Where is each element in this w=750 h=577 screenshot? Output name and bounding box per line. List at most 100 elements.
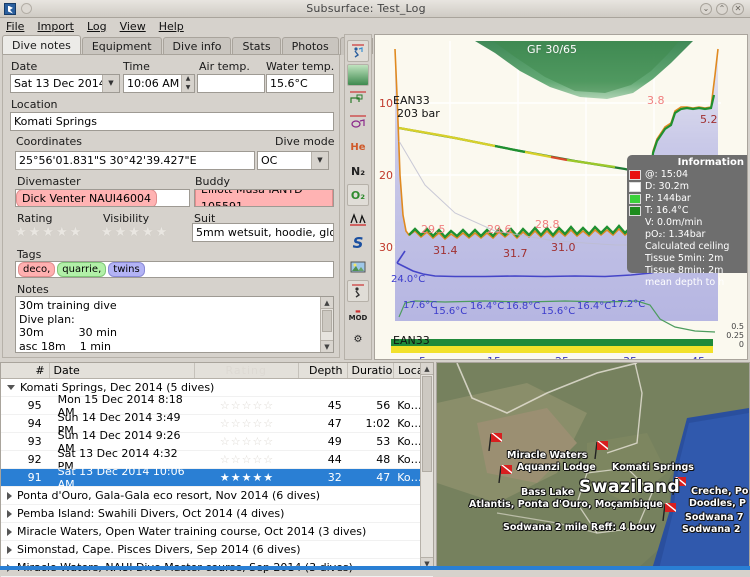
information-title: Information (629, 157, 747, 169)
dive-map[interactable]: Swaziland Miracle Waters Aquanzi Lodge K… (436, 362, 750, 570)
tags-field[interactable]: deco, quarrie, twins (15, 261, 334, 278)
menu-bar: File Import Log View Help (0, 18, 750, 34)
tab-equipment[interactable]: Equipment (82, 37, 162, 55)
dive-trip-row[interactable]: Simonstad, Cape. Pisces Divers, Sep 2014… (1, 541, 433, 559)
visibility-stars[interactable]: ★★★★★ (101, 225, 169, 240)
location-field[interactable]: Komati Springs (10, 112, 334, 131)
tab-photos[interactable]: Photos (282, 37, 339, 55)
expand-collapse-icon[interactable] (7, 510, 12, 518)
ruler-icon[interactable] (347, 88, 369, 110)
chevron-down-icon[interactable]: ▼ (102, 75, 119, 92)
date-field[interactable]: Sat 13 Dec 2014 ▼ (10, 74, 120, 93)
temp-anno-6: 15.6°C (541, 306, 575, 317)
dc-ceiling-icon[interactable] (347, 280, 369, 302)
tab-stats[interactable]: Stats (232, 37, 280, 55)
cell-rating[interactable]: ☆☆☆☆☆ (195, 435, 299, 448)
expand-collapse-icon[interactable] (7, 546, 12, 554)
time-field[interactable]: 10:06 AM ▲▼ (123, 74, 195, 93)
scroll-up-icon[interactable]: ▲ (321, 297, 333, 309)
dive-profile-chart[interactable]: 10 20 30 5 15 25 35 45 GF 30/65 EAN33 20… (374, 34, 748, 360)
time-stepper[interactable]: ▲▼ (181, 75, 194, 92)
info-row-time: @: 15:04 (629, 169, 747, 181)
mod-icon[interactable]: ▬ MOD (347, 304, 369, 326)
heatmap-toggle-icon[interactable] (347, 64, 369, 86)
ead-end-icon[interactable]: ⚙ (347, 328, 369, 350)
information-tooltip: Information @: 15:04 D: 30.2m P: 144bar … (627, 155, 747, 273)
cell-rating[interactable]: ☆☆☆☆☆ (195, 453, 299, 466)
map-label-bass-lake: Bass Lake (521, 487, 574, 498)
tag-quarrie[interactable]: quarrie, (57, 262, 106, 277)
dive-site-pin[interactable] (487, 431, 503, 451)
cell-rating[interactable]: ☆☆☆☆☆ (195, 399, 299, 412)
menu-help[interactable]: Help (159, 20, 184, 33)
chevron-down-icon[interactable]: ▼ (311, 152, 328, 169)
tag-twins[interactable]: twins (108, 262, 144, 277)
dive-list-scrollbar[interactable]: ▲ ▼ (420, 363, 433, 569)
dive-trip-row[interactable]: Pemba Island: Swahili Divers, Oct 2014 (… (1, 505, 433, 523)
dive-trip-row[interactable]: Ponta d'Ouro, Gala-Gala eco resort, Nov … (1, 487, 433, 505)
tab-dive-info[interactable]: Dive info (163, 37, 232, 55)
col-number[interactable]: # (1, 363, 50, 378)
map-label-atlantis: Atlantis, Ponta d'Ouro, Moçambique (469, 499, 663, 510)
divemaster-label: Divemaster (17, 175, 81, 188)
tag-deco[interactable]: deco, (18, 262, 55, 277)
dive-mode-select[interactable]: OC ▼ (257, 151, 329, 170)
oxygen-icon[interactable]: O₂ (347, 184, 369, 206)
map-label-miracle-waters: Miracle Waters (507, 450, 587, 461)
nitrogen-icon[interactable]: N₂ (347, 160, 369, 182)
dive-trip-row[interactable]: Miracle Waters, Open Water training cour… (1, 523, 433, 541)
cell-depth: 44 (299, 453, 348, 466)
right-tick-2: 0 (726, 340, 744, 349)
title-bar: Subsurface: Test_Log ⌄ ⌃ ✕ (0, 0, 750, 18)
cell-rating[interactable]: ★★★★★ (195, 471, 299, 484)
scale-s-icon[interactable]: S (347, 232, 369, 254)
rating-label: Rating (17, 212, 52, 225)
info-row-po2: pO₂: 1.34bar (629, 229, 747, 241)
col-rating[interactable]: Rating (195, 363, 299, 378)
dive-site-pin[interactable] (661, 501, 677, 521)
dive-site-pin[interactable] (593, 439, 609, 459)
scale-dive-icon[interactable] (347, 112, 369, 134)
buddy-field[interactable]: Elliott Musa IANTD 105591 (194, 189, 334, 207)
helium-icon[interactable]: He (347, 136, 369, 158)
minimize-icon[interactable]: ⌄ (700, 3, 712, 15)
close-icon[interactable]: ✕ (732, 3, 744, 15)
scrollbar-thumb[interactable] (422, 376, 432, 472)
photos-icon[interactable] (347, 256, 369, 278)
col-depth[interactable]: Depth (299, 363, 348, 378)
maximize-icon[interactable]: ⌃ (716, 3, 728, 15)
buddy-value: Elliott Musa IANTD 105591 (195, 189, 333, 207)
expand-collapse-icon[interactable] (7, 492, 12, 500)
table-row-selected[interactable]: 91 Sat 13 Dec 2014 10:06 AM ★★★★★ 32 47 … (1, 469, 433, 487)
air-temp-field[interactable] (197, 74, 265, 93)
cell-duration: 1:02 (348, 417, 395, 430)
suit-field[interactable]: 5mm wetsuit, hoodie, gloves (192, 223, 334, 242)
menu-file[interactable]: File (6, 20, 24, 33)
scroll-up-icon[interactable]: ▲ (421, 363, 433, 375)
tab-dive-notes[interactable]: Dive notes (2, 35, 81, 55)
dive-list[interactable]: # Date Rating Depth Duration Locati Koma… (0, 362, 434, 570)
scrollbar-thumb[interactable] (322, 310, 332, 332)
expand-collapse-icon[interactable] (7, 528, 12, 536)
water-temp-field[interactable]: 15.6°C (266, 74, 334, 93)
cell-rating[interactable]: ☆☆☆☆☆ (195, 417, 299, 430)
col-duration[interactable]: Duration (348, 363, 395, 378)
info-row-depth: D: 30.2m (629, 181, 747, 193)
col-date[interactable]: Date (50, 363, 195, 378)
menu-log[interactable]: Log (87, 20, 107, 33)
rating-stars[interactable]: ★★★★★ (15, 225, 83, 240)
notes-field[interactable]: 30m training dive Dive plan: 30m 30 min … (15, 296, 334, 353)
ytick-10: 10 (379, 97, 393, 110)
profile-toggle-icon[interactable] (347, 40, 369, 62)
notes-scrollbar[interactable]: ▲ ▼ (320, 297, 333, 352)
tissue-graph-icon[interactable] (347, 208, 369, 230)
expand-collapse-icon[interactable] (7, 385, 15, 390)
window-menu-icon[interactable] (21, 3, 32, 14)
dive-site-pin[interactable] (497, 463, 513, 483)
scroll-down-icon[interactable]: ▼ (321, 340, 333, 352)
temp-anno-8: 17.2°C (611, 299, 645, 310)
divemaster-field[interactable]: Dick Venter NAUI46004 (15, 189, 190, 207)
coordinates-field[interactable]: 25°56'01.831"S 30°42'39.427"E (15, 151, 255, 170)
menu-view[interactable]: View (120, 20, 146, 33)
menu-import[interactable]: Import (37, 20, 74, 33)
